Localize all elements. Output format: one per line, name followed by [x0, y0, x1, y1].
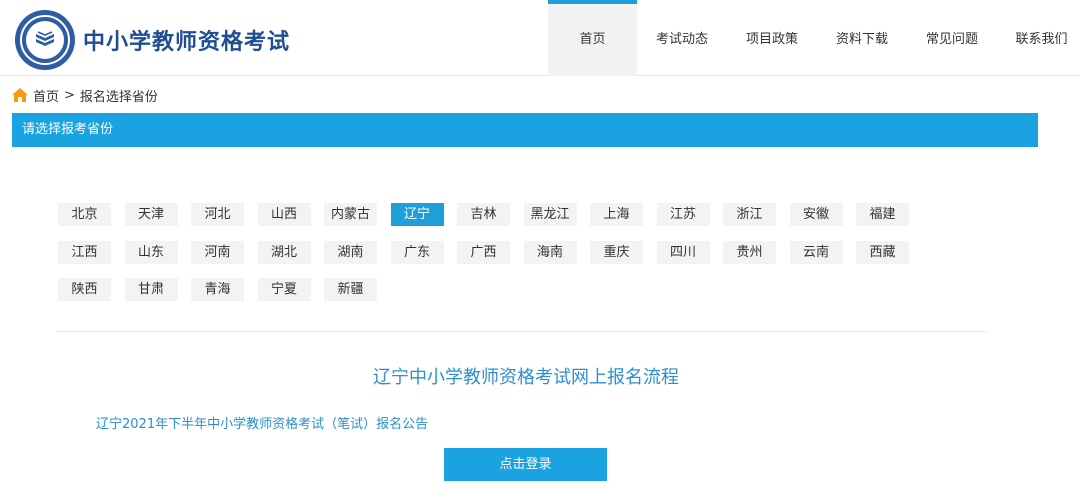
province-button[interactable]: 山西 [257, 203, 311, 226]
nav-item[interactable]: 首页 [548, 0, 637, 76]
province-button[interactable]: 吉林 [457, 203, 510, 226]
breadcrumb-home-link[interactable]: 首页 [33, 86, 59, 105]
province-button[interactable]: 内蒙古 [324, 203, 377, 226]
province-button[interactable]: 福建 [856, 203, 909, 226]
site-header: 中小学教师资格考试 首页 考试动态 项目政策 资料下载 常见问题 联系我们 [0, 0, 1080, 76]
province-button[interactable]: 广东 [390, 240, 444, 264]
province-button[interactable]: 安徽 [789, 203, 843, 226]
province-button[interactable]: 河北 [191, 203, 244, 226]
province-button[interactable]: 贵州 [723, 240, 776, 264]
province-button[interactable]: 江苏 [656, 203, 710, 226]
province-button[interactable]: 青海 [191, 278, 244, 301]
province-button[interactable]: 宁夏 [257, 278, 311, 301]
province-button[interactable]: 山东 [124, 240, 178, 264]
province-button[interactable]: 上海 [590, 203, 643, 226]
registration-flow-title: 辽宁中小学教师资格考试网上报名流程 [373, 367, 679, 388]
province-button[interactable]: 海南 [523, 240, 577, 264]
province-button[interactable]: 重庆 [590, 240, 643, 264]
province-button[interactable]: 黑龙江 [523, 203, 577, 226]
site-title[interactable]: 中小学教师资格考试 [83, 24, 290, 56]
divider [58, 331, 988, 332]
breadcrumb-separator: > [64, 87, 75, 103]
section-title-bar: 请选择报考省份 [12, 113, 1038, 147]
province-button[interactable]: 陕西 [58, 278, 111, 301]
logo-emblem-icon[interactable] [15, 10, 75, 70]
home-icon [12, 88, 28, 102]
province-button[interactable]: 新疆 [324, 278, 377, 301]
registration-notice-link[interactable]: 辽宁2021年下半年中小学教师资格考试（笔试）报名公告 [96, 413, 428, 432]
nav-item[interactable]: 资料下载 [817, 0, 907, 76]
province-button[interactable]: 甘肃 [124, 278, 178, 301]
breadcrumb-current: 报名选择省份 [79, 89, 158, 105]
province-button[interactable]: 天津 [124, 203, 178, 226]
province-button[interactable]: 广西 [457, 240, 510, 264]
province-button[interactable]: 辽宁 [390, 203, 444, 226]
login-button[interactable]: 点击登录 [444, 448, 607, 481]
province-button[interactable]: 湖南 [324, 240, 377, 264]
province-button[interactable]: 云南 [789, 240, 843, 264]
nav-item[interactable]: 常见问题 [907, 0, 997, 76]
province-button[interactable]: 河南 [191, 240, 244, 264]
nav-item[interactable]: 项目政策 [727, 0, 817, 76]
province-button[interactable]: 江西 [58, 240, 111, 264]
province-grid: 北京 天津 河北 山西 内蒙古 辽宁 吉林 黑龙江 上海 江苏 浙江 安徽 福建江西 山东 河南 湖北 湖南 广东… [58, 203, 988, 316]
nav-item[interactable]: 考试动态 [637, 0, 727, 76]
province-button[interactable]: 四川 [656, 240, 710, 264]
province-button[interactable]: 西藏 [856, 240, 909, 264]
province-button[interactable]: 北京 [58, 203, 111, 226]
nav-item[interactable]: 联系我们 [997, 0, 1080, 76]
province-button[interactable]: 湖北 [257, 240, 311, 264]
province-button[interactable]: 浙江 [723, 203, 776, 226]
breadcrumb: 首页 > 报名选择省份 [12, 86, 158, 105]
main-nav: 首页 考试动态 项目政策 资料下载 常见问题 联系我们 [548, 0, 1080, 76]
book-icon [36, 31, 54, 46]
